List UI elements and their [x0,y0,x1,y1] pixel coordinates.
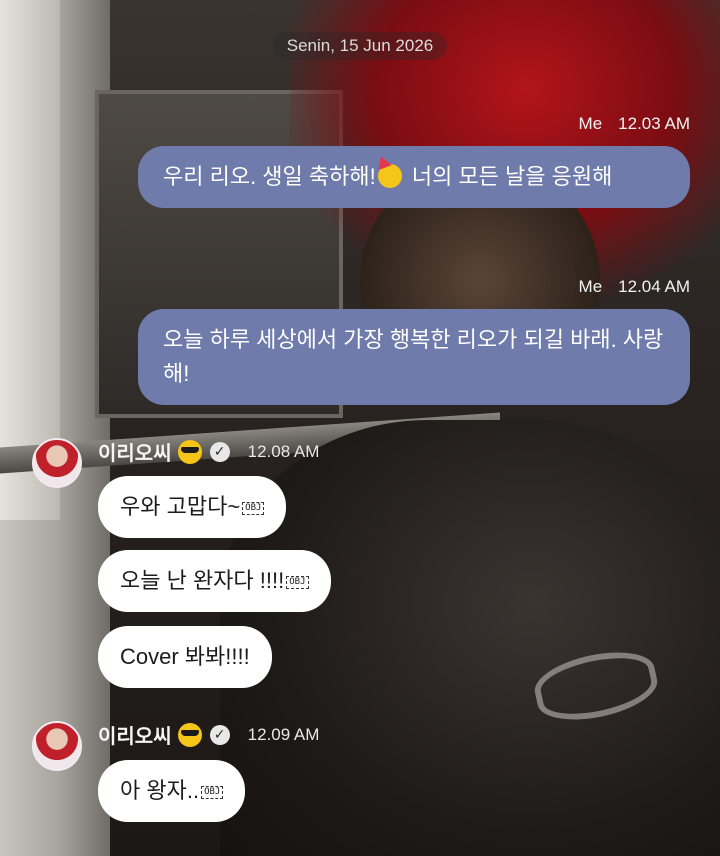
object-placeholder-icon: OBJ [286,575,309,589]
outgoing-message-bubble[interactable]: 우리 리오. 생일 축하해! 너의 모든 날을 응원해 [138,146,690,208]
sunglasses-emoji-icon [177,722,202,747]
partying-face-icon [377,164,402,188]
verified-badge-icon: ✓ [209,724,230,745]
sunglasses-emoji-icon [177,439,202,464]
sender-label: Me [578,277,603,296]
message-meta: Me 12.03 AM [579,114,690,134]
sender-row: 이리오씨 ✓ 12.08 AM [98,437,319,466]
message-text: 오늘 하루 세상에서 가장 행복한 리오가 되길 바래. 사랑해! [163,327,664,386]
message-meta: Me 12.04 AM [579,277,690,297]
message-text: 우리 리오. 생일 축하해! [163,164,376,189]
date-separator-label: Senin, 15 Jun 2026 [272,32,448,60]
message-text: 오늘 난 완자다 !!!! [120,568,285,593]
sender-name: 이리오씨 [98,726,172,748]
message-text: Cover 봐봐!!!! [120,644,250,669]
object-placeholder-icon: OBJ [242,501,265,515]
message-time: 12.03 AM [618,114,690,133]
avatar[interactable] [32,721,82,771]
message-time: 12.04 AM [618,277,690,296]
sender-row: 이리오씨 ✓ 12.09 AM [98,720,319,749]
leather-jacket [220,420,720,856]
message-text: 우와 고맙다~ [120,494,241,519]
incoming-message-bubble[interactable]: 아 왕자.. OBJ [98,760,246,822]
outgoing-message-bubble[interactable]: 오늘 하루 세상에서 가장 행복한 리오가 되길 바래. 사랑해! [138,309,690,405]
sender-name: 이리오씨 [98,443,172,465]
message-text: 너의 모든 날을 응원해 [405,164,613,189]
incoming-message-bubble[interactable]: Cover 봐봐!!!! [98,626,272,688]
message-time: 12.09 AM [247,724,320,744]
date-separator: Senin, 15 Jun 2026 [0,32,720,60]
avatar[interactable] [32,438,82,488]
message-time: 12.08 AM [247,441,320,461]
object-placeholder-icon: OBJ [201,785,224,799]
sender-label: Me [578,114,603,133]
message-text: 아 왕자.. [120,778,200,803]
incoming-message-bubble[interactable]: 우와 고맙다~ OBJ [98,476,287,538]
incoming-message-bubble[interactable]: 오늘 난 완자다 !!!! OBJ [98,550,331,612]
verified-badge-icon: ✓ [209,441,230,462]
